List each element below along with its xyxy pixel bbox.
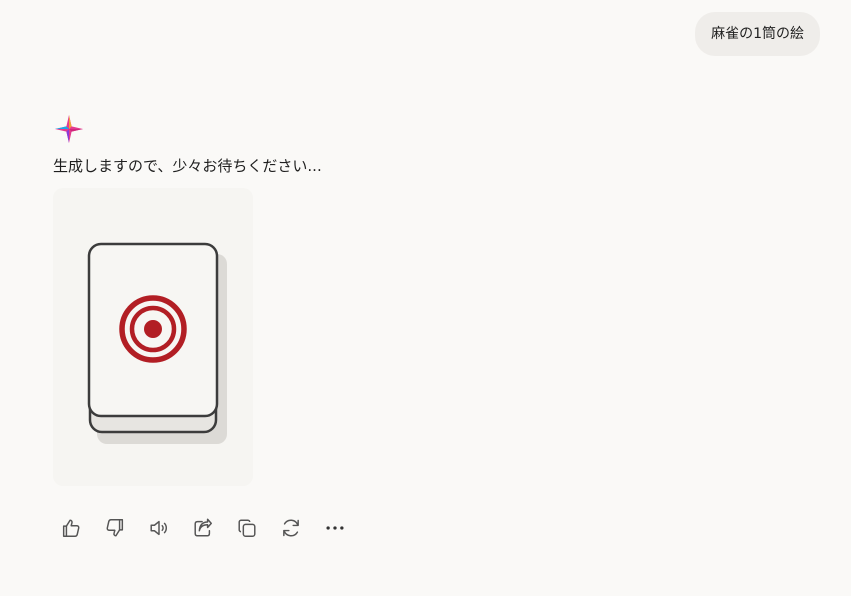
copilot-logo-icon bbox=[54, 114, 84, 144]
dislike-button[interactable] bbox=[97, 510, 133, 546]
share-icon bbox=[194, 518, 212, 537]
generated-image-mahjong-tile[interactable] bbox=[53, 188, 253, 486]
read-aloud-button[interactable] bbox=[141, 510, 177, 546]
chat-page: 麻雀の1筒の絵 生成しますので、少々お待ちください... bbox=[0, 0, 851, 596]
one-pin-circle bbox=[119, 295, 187, 363]
thumbs-down-icon bbox=[106, 519, 124, 537]
user-message-bubble: 麻雀の1筒の絵 bbox=[695, 12, 820, 56]
message-action-toolbar bbox=[53, 508, 353, 548]
share-button[interactable] bbox=[185, 510, 221, 546]
thumbs-up-icon bbox=[62, 519, 80, 537]
refresh-icon bbox=[283, 519, 299, 537]
copy-icon bbox=[238, 519, 256, 537]
like-button[interactable] bbox=[53, 510, 89, 546]
copy-button[interactable] bbox=[229, 510, 265, 546]
speaker-icon bbox=[150, 520, 168, 536]
regenerate-button[interactable] bbox=[273, 510, 309, 546]
assistant-message-text: 生成しますので、少々お待ちください... bbox=[53, 157, 322, 175]
more-options-button[interactable] bbox=[317, 510, 353, 546]
user-message-text: 麻雀の1筒の絵 bbox=[711, 26, 804, 42]
ellipsis-icon bbox=[326, 526, 344, 530]
